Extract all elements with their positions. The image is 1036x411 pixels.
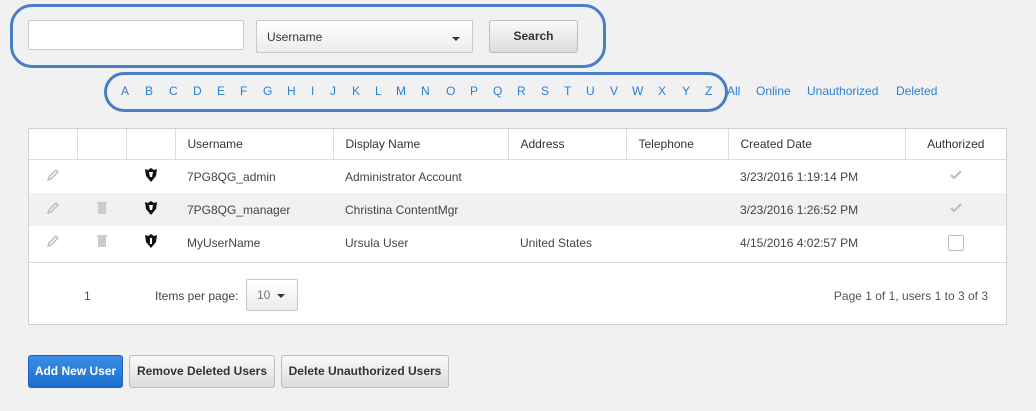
trash-icon[interactable] (96, 234, 108, 248)
delete-unauthorized-users-button[interactable]: Delete Unauthorized Users (281, 355, 449, 388)
role-cell (126, 226, 175, 259)
address-cell (508, 160, 626, 194)
items-per-page-label: Items per page: (155, 289, 239, 303)
display-name-cell: Administrator Account (345, 169, 462, 184)
username-cell: MyUserName (187, 235, 261, 250)
created-date-cell: 4/15/2016 4:02:57 PM (740, 235, 859, 250)
address-cell (508, 193, 626, 226)
filter-unauthorized[interactable]: Unauthorized (807, 84, 878, 98)
users-grid: Username Display Name Address Telephone … (28, 128, 1007, 325)
username-cell: 7PG8QG_manager (175, 193, 333, 226)
page-number-link[interactable]: 1 (84, 289, 91, 303)
pencil-icon[interactable] (46, 168, 60, 182)
created-date-cell: 3/23/2016 1:26:52 PM (728, 193, 905, 226)
checkmark-icon (949, 203, 962, 213)
authorized-cell (905, 160, 1006, 194)
col-display-name[interactable]: Display Name (333, 129, 509, 160)
table-row: 7PG8QG_manager Christina ContentMgr 3/23… (29, 193, 1006, 226)
search-highlight-outline (10, 4, 606, 68)
col-authorized[interactable]: Authorized (905, 129, 1006, 160)
col-address[interactable]: Address (508, 129, 627, 160)
authorized-cell (905, 193, 1006, 226)
add-new-user-button[interactable]: Add New User (28, 355, 123, 388)
delete-cell[interactable] (77, 193, 126, 226)
role-cell (126, 160, 175, 194)
paging-info: Page 1 of 1, users 1 to 3 of 3 (833, 289, 988, 303)
display-name-cell: Christina ContentMgr (333, 193, 508, 226)
col-delete (77, 129, 127, 160)
trash-icon[interactable] (96, 201, 108, 215)
delete-cell[interactable] (77, 226, 126, 259)
header-row: Username Display Name Address Telephone … (29, 129, 1006, 160)
filter-deleted[interactable]: Deleted (896, 84, 937, 98)
col-created-date[interactable]: Created Date (728, 129, 906, 160)
col-role (126, 129, 176, 160)
pencil-icon[interactable] (46, 201, 60, 215)
table-row: 7PG8QG_admin Administrator Account 3/23/… (29, 160, 1006, 194)
authorized-cell[interactable] (905, 226, 1006, 259)
col-username[interactable]: Username (175, 129, 334, 160)
checkmark-icon (949, 170, 962, 180)
delete-cell (77, 160, 126, 194)
pencil-icon[interactable] (46, 234, 60, 248)
letters-highlight-outline (104, 72, 728, 112)
telephone-cell (626, 226, 728, 259)
items-per-page-value: 10 (257, 288, 271, 302)
filter-all[interactable]: All (727, 84, 740, 98)
display-name-cell: Ursula User (345, 235, 409, 250)
edit-cell[interactable] (29, 226, 77, 259)
table-row: MyUserName Ursula User United States 4/1… (29, 226, 1006, 259)
items-per-page-select[interactable]: 10 (246, 279, 298, 311)
created-date-cell: 3/23/2016 1:19:14 PM (740, 169, 859, 184)
username-cell: 7PG8QG_admin (187, 169, 276, 184)
address-cell: United States (520, 235, 593, 250)
authorized-checkbox[interactable] (947, 234, 964, 251)
chevron-down-icon (277, 294, 285, 298)
col-telephone[interactable]: Telephone (626, 129, 729, 160)
admin-shield-icon (144, 168, 157, 182)
filter-online[interactable]: Online (756, 84, 791, 98)
remove-deleted-users-button[interactable]: Remove Deleted Users (129, 355, 275, 388)
edit-cell[interactable] (29, 193, 77, 226)
telephone-cell (626, 160, 728, 194)
telephone-cell (626, 193, 728, 226)
col-edit (29, 129, 78, 160)
grid-footer: 1 Items per page: 10 Page 1 of 1, users … (29, 262, 1006, 325)
admin-shield-icon (144, 201, 157, 215)
role-cell (126, 193, 175, 226)
users-table: Username Display Name Address Telephone … (29, 129, 1006, 259)
user-shield-icon (144, 234, 157, 248)
edit-cell[interactable] (29, 160, 77, 194)
